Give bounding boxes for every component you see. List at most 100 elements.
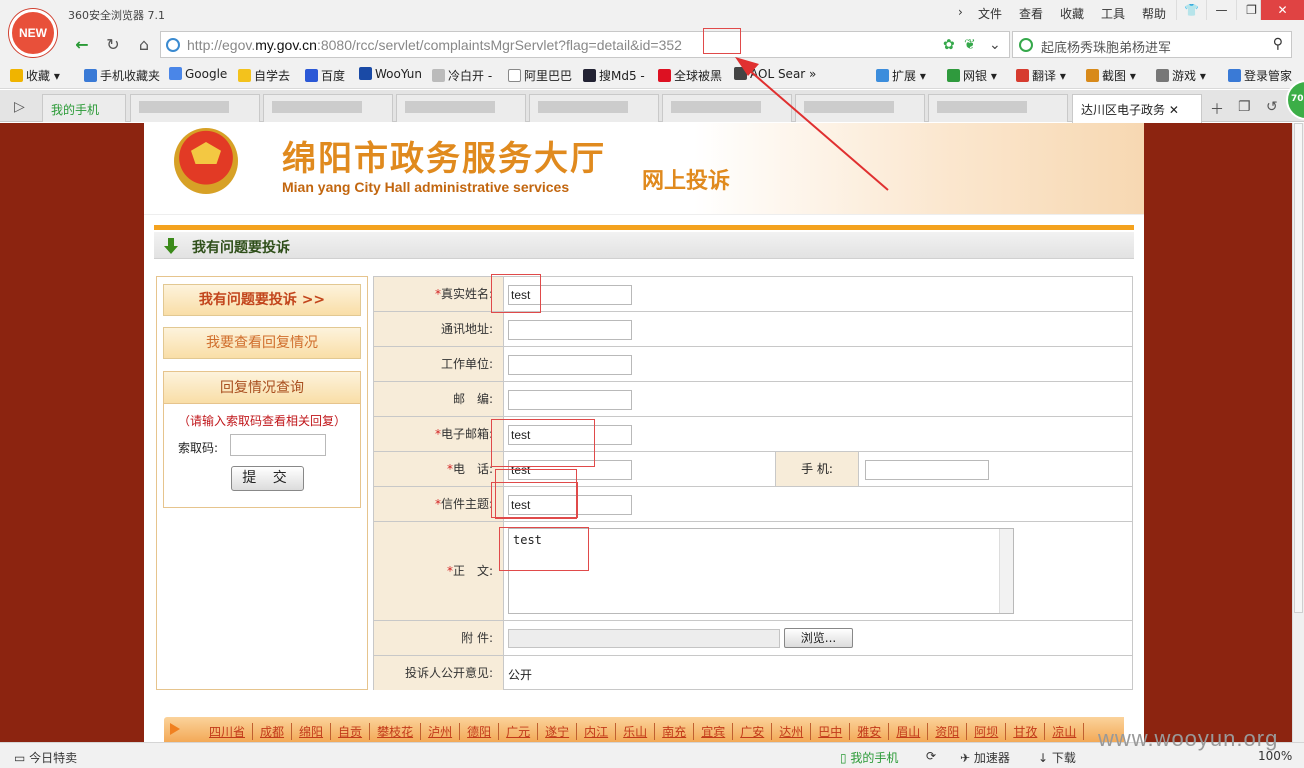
region-link[interactable]: 宜宾 (694, 723, 734, 740)
tab-blurred-4[interactable] (529, 94, 659, 122)
region-link[interactable]: 达州 (772, 723, 812, 740)
address-input[interactable] (508, 320, 632, 340)
row-work: 工作单位: (374, 347, 1132, 382)
address-toolbar: ← ↻ ⌂ http://egov.my.gov.cn:8080/rcc/ser… (0, 28, 1304, 61)
tab-blurred-6[interactable] (795, 94, 925, 122)
bookmark-baidu[interactable]: 百度 (305, 67, 345, 84)
menu-chevron-icon[interactable]: › (958, 5, 963, 19)
region-link[interactable]: 广元 (499, 723, 539, 740)
region-link[interactable]: 南充 (655, 723, 695, 740)
region-link[interactable]: 自贡 (331, 723, 371, 740)
scrollbar-thumb[interactable] (1294, 123, 1303, 613)
status-accelerator[interactable]: ✈ 加速器 (960, 749, 1010, 766)
url-bar[interactable]: http://egov.my.gov.cn:8080/rcc/servlet/c… (160, 31, 1010, 58)
region-link[interactable]: 绵阳 (292, 723, 332, 740)
region-link[interactable]: 眉山 (889, 723, 929, 740)
bookmark-mobile[interactable]: 手机收藏夹 (84, 67, 160, 84)
region-link[interactable]: 雅安 (850, 723, 890, 740)
aol-icon (734, 67, 747, 80)
today-deals[interactable]: ▭ 今日特卖 (14, 749, 77, 766)
query-code-input[interactable] (230, 434, 326, 456)
attachment-path-input[interactable] (508, 629, 780, 648)
leaf-icon[interactable]: ❦ (964, 37, 976, 53)
tab-blurred-5[interactable] (662, 94, 792, 122)
skin-icon[interactable]: 👕 (1176, 0, 1206, 20)
bookmark-translate[interactable]: 翻译 ▾ (1016, 67, 1066, 84)
national-emblem-icon (174, 128, 238, 194)
search-bar[interactable]: 起底杨秀珠胞弟杨进军 ⚲ (1012, 31, 1292, 58)
baidu-icon (305, 69, 318, 82)
bookmark-google[interactable]: Google (169, 67, 227, 81)
complain-button[interactable]: 我有问题要投诉 >> (163, 284, 361, 316)
status-my-phone[interactable]: ▯ 我的手机 (840, 749, 898, 766)
sidebar-toggle-icon[interactable]: ▷ (14, 99, 25, 115)
region-link[interactable]: 阿坝 (967, 723, 1007, 740)
work-input[interactable] (508, 355, 632, 375)
close-button[interactable]: ✕ (1260, 0, 1304, 20)
chevron-down-icon[interactable]: ⌄ (989, 37, 1001, 53)
bookmark-login-manager[interactable]: 登录管家 (1228, 67, 1292, 84)
site-subtitle: Mian yang City Hall administrative servi… (282, 179, 570, 195)
mobile-input[interactable] (865, 460, 989, 480)
bookmark-bank[interactable]: 网银 ▾ (947, 67, 997, 84)
home-button[interactable]: ⌂ (133, 34, 155, 56)
bookmark-screenshot[interactable]: 截图 ▾ (1086, 67, 1136, 84)
bookmark-wooyun[interactable]: WooYun (359, 67, 422, 81)
search-engine-icon[interactable] (1019, 38, 1033, 52)
region-link[interactable]: 德阳 (460, 723, 500, 740)
url-text[interactable]: http://egov.my.gov.cn:8080/rcc/servlet/c… (187, 37, 682, 53)
tab-blurred-2[interactable] (263, 94, 393, 122)
region-link[interactable]: 乐山 (616, 723, 656, 740)
region-link[interactable]: 内江 (577, 723, 617, 740)
bookmark-favorites[interactable]: 收藏 ▾ (10, 67, 60, 84)
region-link[interactable]: 甘孜 (1006, 723, 1046, 740)
search-input[interactable]: 起底杨秀珠胞弟杨进军 (1041, 37, 1171, 56)
security-icon[interactable]: ✿ (943, 37, 955, 53)
bookmark-extensions[interactable]: 扩展 ▾ (876, 67, 926, 84)
region-link[interactable]: 四川省 (202, 723, 254, 740)
region-link[interactable]: 凉山 (1045, 723, 1085, 740)
bookmark-hacked[interactable]: 全球被黑 (658, 67, 722, 84)
status-download[interactable]: ↓ 下载 (1038, 749, 1076, 766)
back-button[interactable]: ← (71, 34, 93, 56)
search-icon[interactable]: ⚲ (1273, 36, 1283, 52)
browser-logo[interactable]: NEW (9, 9, 57, 57)
region-link[interactable]: 广安 (733, 723, 773, 740)
menu-help[interactable]: 帮助 (1142, 5, 1166, 22)
bookmark-lengbaikai[interactable]: 冷白开 - (432, 67, 492, 84)
browse-button[interactable]: 浏览... (784, 628, 853, 648)
textarea-scrollbar[interactable] (999, 529, 1013, 613)
menu-file[interactable]: 文件 (978, 5, 1002, 22)
bookmark-zixuequ[interactable]: 自学去 (238, 67, 290, 84)
phone-label: *电 话: (374, 452, 504, 486)
bookmark-alibaba[interactable]: 阿里巴巴 (508, 67, 572, 84)
status-refresh-icon[interactable]: ⟳ (926, 749, 936, 763)
tab-blurred-7[interactable] (928, 94, 1068, 122)
tab-blurred-1[interactable] (130, 94, 260, 122)
new-tab-icon[interactable]: ＋ (1210, 99, 1224, 119)
region-link[interactable]: 攀枝花 (370, 723, 422, 740)
undo-close-icon[interactable]: ↺ (1266, 99, 1278, 115)
tab-my-phone[interactable]: 我的手机 (42, 94, 126, 122)
region-link[interactable]: 泸州 (421, 723, 461, 740)
bookmark-aol[interactable]: AOL Sear » (734, 67, 816, 81)
tab-list-icon[interactable]: ❐ (1238, 99, 1251, 115)
menu-view[interactable]: 查看 (1019, 5, 1043, 22)
region-link[interactable]: 资阳 (928, 723, 968, 740)
page-scrollbar[interactable] (1292, 123, 1304, 742)
tab-blurred-3[interactable] (396, 94, 526, 122)
bookmark-games[interactable]: 游戏 ▾ (1156, 67, 1206, 84)
minimize-button[interactable]: — (1206, 0, 1236, 20)
refresh-button[interactable]: ↻ (102, 34, 124, 56)
menu-favorites[interactable]: 收藏 (1060, 5, 1084, 22)
menu-tools[interactable]: 工具 (1101, 5, 1125, 22)
query-submit-button[interactable]: 提 交 (231, 466, 304, 491)
body-label: *正 文: (374, 522, 504, 620)
zip-input[interactable] (508, 390, 632, 410)
view-reply-button[interactable]: 我要查看回复情况 (163, 327, 361, 359)
bookmark-md5[interactable]: 搜Md5 - (583, 67, 645, 84)
region-link[interactable]: 成都 (253, 723, 293, 740)
tab-dachuan[interactable]: 达川区电子政务 ✕ (1072, 94, 1202, 123)
region-link[interactable]: 遂宁 (538, 723, 578, 740)
region-link[interactable]: 巴中 (811, 723, 851, 740)
